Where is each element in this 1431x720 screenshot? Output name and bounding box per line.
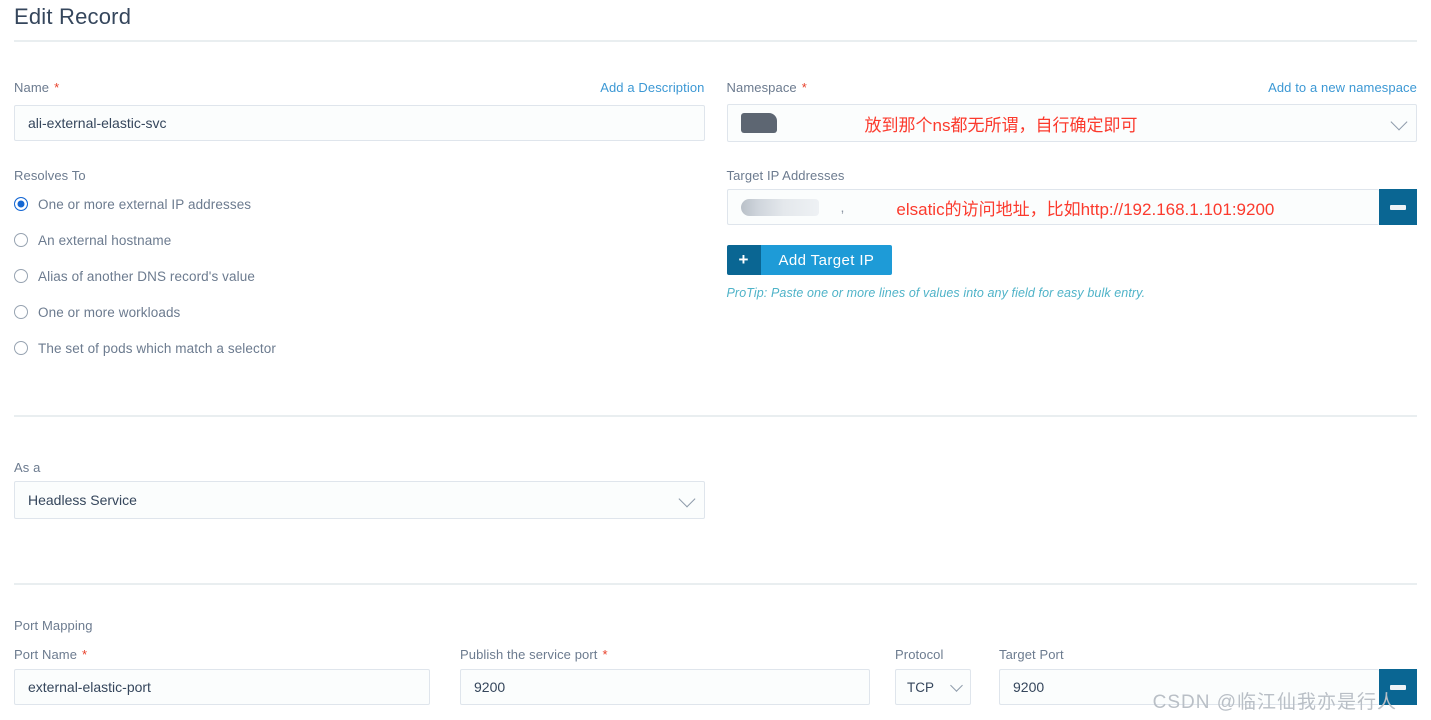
add-to-new-namespace-link[interactable]: Add to a new namespace: [1268, 80, 1417, 95]
as-a-label: As a: [14, 460, 41, 475]
minus-icon: [1390, 684, 1406, 690]
namespace-annotation: 放到那个ns都无所谓，自行确定即可: [864, 115, 1138, 135]
target-ip-group: Target IP Addresses , elsatic的访问地址，比如htt…: [726, 168, 1417, 359]
name-field-group: Name * Add a Description: [14, 79, 705, 142]
radio-option-alias[interactable]: Alias of another DNS record's value: [14, 265, 705, 287]
as-a-col: As a Headless Service: [14, 460, 705, 519]
target-port-group: Target Port: [999, 646, 1417, 705]
radio-label: Alias of another DNS record's value: [38, 268, 255, 284]
radio-option-external-ip[interactable]: One or more external IP addresses: [14, 193, 705, 215]
target-ip-row: , elsatic的访问地址，比如http://192.168.1.101:92…: [726, 189, 1417, 225]
page-title: Edit Record: [14, 4, 132, 29]
remove-port-mapping-button[interactable]: [1379, 669, 1417, 705]
as-a-group: As a Headless Service: [14, 417, 1417, 519]
service-port-label-line: Publish the service port *: [460, 646, 870, 664]
radio-indicator: [14, 197, 28, 211]
protocol-group: Protocol TCP: [895, 646, 971, 705]
port-name-label: Port Name: [14, 647, 78, 662]
add-description-link[interactable]: Add a Description: [600, 80, 704, 95]
target-ip-redaction-block: [740, 198, 819, 216]
namespace-label: Namespace: [726, 80, 797, 95]
protip-text: ProTip: Paste one or more lines of value…: [726, 286, 1146, 300]
chevron-down-icon: [950, 679, 963, 692]
edit-record-page: Edit Record Name * Add a Description Name…: [0, 0, 1431, 720]
port-name-required-marker: *: [82, 647, 88, 662]
port-name-input[interactable]: [14, 669, 430, 705]
port-mapping-section-label: Port Mapping: [14, 618, 93, 633]
name-required-marker: *: [54, 80, 60, 95]
service-port-input[interactable]: [460, 669, 870, 705]
radio-indicator: [14, 233, 28, 247]
port-name-label-line: Port Name *: [14, 646, 430, 664]
as-a-selected-value: Headless Service: [28, 492, 137, 508]
name-label: Name: [14, 80, 50, 95]
radio-label: The set of pods which match a selector: [38, 340, 276, 356]
target-port-label-line: Target Port: [999, 646, 1417, 664]
add-target-ip-label: Add Target IP: [760, 245, 893, 275]
service-port-label: Publish the service port: [460, 647, 598, 662]
chevron-down-icon: [678, 490, 696, 508]
namespace-select[interactable]: 放到那个ns都无所谓，自行确定即可: [726, 104, 1417, 142]
target-ip-label: Target IP Addresses: [726, 168, 845, 183]
name-input[interactable]: [14, 105, 705, 141]
protocol-label: Protocol: [895, 647, 944, 662]
target-port-input[interactable]: [999, 669, 1379, 705]
radio-label: An external hostname: [38, 232, 172, 248]
namespace-redaction-block: [740, 113, 777, 133]
target-ip-input[interactable]: , elsatic的访问地址，比如http://192.168.1.101:92…: [726, 189, 1379, 225]
name-label-wrap: Name *: [14, 79, 59, 97]
service-port-group: Publish the service port *: [460, 646, 870, 705]
port-name-group: Port Name *: [14, 646, 430, 705]
chevron-down-icon: [1390, 113, 1408, 131]
name-namespace-row: Name * Add a Description Namespace * Add t…: [14, 42, 1417, 142]
protocol-select[interactable]: TCP: [895, 669, 971, 705]
radio-option-external-hostname[interactable]: An external hostname: [14, 229, 705, 251]
service-port-required-marker: *: [602, 647, 608, 662]
target-port-row: [999, 669, 1417, 705]
add-target-ip-button[interactable]: + Add Target IP: [726, 245, 893, 275]
port-mapping-row: Port Name * Publish the service port * Pro…: [14, 646, 1417, 705]
target-port-label: Target Port: [999, 647, 1064, 662]
resolves-to-label: Resolves To: [14, 168, 86, 183]
protocol-selected-value: TCP: [907, 679, 934, 695]
plus-icon: +: [726, 245, 761, 275]
resolves-target-row: Resolves To One or more external IP addr…: [14, 168, 1417, 359]
namespace-label-wrap: Namespace *: [727, 79, 807, 97]
port-mapping-section: Port Mapping Port Name * Publish the serv…: [14, 585, 1417, 705]
radio-indicator: [14, 305, 28, 319]
target-ip-annotation: elsatic的访问地址，比如http://192.168.1.101:9200: [896, 199, 1275, 219]
name-label-line: Name * Add a Description: [14, 79, 705, 99]
radio-option-pod-selector[interactable]: The set of pods which match a selector: [14, 337, 705, 359]
target-ip-separator: ,: [840, 199, 845, 215]
namespace-label-line: Namespace * Add to a new namespace: [727, 79, 1418, 99]
as-a-select[interactable]: Headless Service: [14, 481, 705, 519]
minus-icon: [1390, 204, 1406, 210]
namespace-required-marker: *: [801, 80, 807, 95]
radio-label: One or more external IP addresses: [38, 196, 252, 212]
protocol-label-line: Protocol: [895, 646, 971, 664]
radio-indicator: [14, 269, 28, 283]
resolves-to-radio-group: One or more external IP addresses An ext…: [14, 193, 705, 359]
resolves-to-group: Resolves To One or more external IP addr…: [14, 168, 705, 359]
remove-target-ip-button[interactable]: [1379, 189, 1417, 225]
namespace-field-group: Namespace * Add to a new namespace 放到那个ns…: [726, 79, 1418, 142]
radio-indicator: [14, 341, 28, 355]
radio-option-workloads[interactable]: One or more workloads: [14, 301, 705, 323]
radio-label: One or more workloads: [38, 304, 181, 320]
